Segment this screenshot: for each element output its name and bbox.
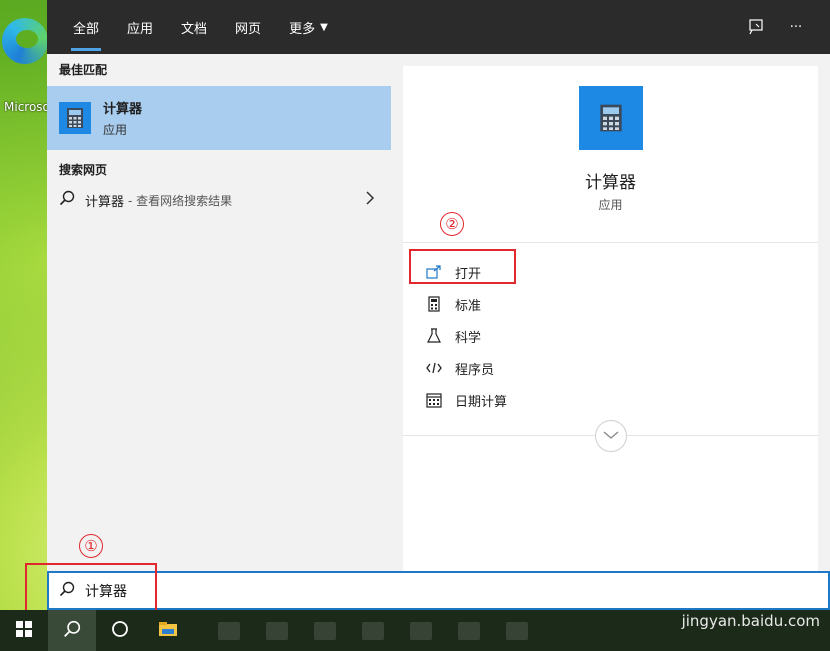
chevron-down-icon: ▼ [320, 21, 328, 33]
tab-documents[interactable]: 文档 [167, 0, 221, 54]
taskbar-app-icon[interactable] [218, 621, 240, 640]
web-search-result[interactable]: 计算器 - 查看网络搜索结果 [47, 184, 391, 216]
search-icon [59, 190, 75, 210]
calendar-icon [425, 391, 443, 409]
action-programmer[interactable]: 程序员 [403, 352, 818, 384]
web-search-heading: 搜索网页 [59, 163, 108, 177]
search-icon [63, 620, 81, 642]
best-match-name: 计算器 [103, 102, 143, 117]
chevron-right-icon[interactable] [365, 191, 375, 209]
annotation-number-2: ② [440, 212, 464, 236]
action-date-calculation[interactable]: 日期计算 [403, 384, 818, 416]
annotation-number-1: ① [79, 534, 103, 558]
tab-label: 更多 [289, 21, 316, 37]
action-scientific[interactable]: 科学 [403, 320, 818, 352]
search-topbar: 全部 应用 文档 网页 更多 ▼ ··· [47, 0, 830, 54]
tab-all[interactable]: 全部 [59, 0, 113, 54]
action-label: 标准 [455, 298, 482, 314]
action-label: 科学 [455, 330, 482, 346]
file-explorer-button[interactable] [144, 610, 192, 651]
taskbar-app-icon[interactable] [506, 621, 528, 640]
calculator-large-icon [579, 86, 643, 150]
flask-icon [425, 327, 443, 345]
code-icon [425, 359, 443, 377]
start-button[interactable] [0, 610, 48, 651]
watermark-url: jingyan.baidu.com [681, 612, 820, 630]
annotation-box-open [409, 249, 516, 284]
expand-button[interactable] [595, 420, 627, 452]
tab-label: 应用 [127, 21, 154, 37]
task-view-button[interactable] [96, 610, 144, 651]
detail-app-kind: 应用 [598, 198, 623, 212]
annotation-box-search [25, 563, 157, 615]
taskbar-app-icon[interactable] [314, 621, 336, 640]
tab-label: 网页 [235, 21, 262, 37]
feedback-icon[interactable] [736, 7, 776, 47]
search-tabs: 全部 应用 文档 网页 更多 ▼ [47, 0, 342, 54]
action-label: 日期计算 [455, 394, 508, 410]
tab-label: 全部 [73, 21, 100, 37]
desktop-shortcut-label: Microsoft [4, 100, 50, 114]
best-match-kind: 应用 [103, 123, 128, 137]
results-column: 最佳匹配 计算器 应用 搜索网页 计算器 - 查看网络搜索结果 [47, 54, 391, 571]
more-options-icon[interactable]: ··· [776, 7, 816, 47]
taskbar-search-button[interactable] [48, 610, 96, 651]
action-label: 程序员 [455, 362, 495, 378]
taskbar-app-icon[interactable] [362, 621, 384, 640]
desktop-shortcut-edge[interactable]: Microsoft [2, 18, 50, 114]
standard-calculator-icon [425, 295, 443, 313]
action-standard[interactable]: 标准 [403, 288, 818, 320]
detail-app-name: 计算器 [585, 173, 636, 193]
more-options-glyph: ··· [789, 19, 803, 35]
tab-web[interactable]: 网页 [221, 0, 275, 54]
tab-more[interactable]: 更多 ▼ [275, 0, 342, 54]
calculator-app-icon [59, 102, 91, 134]
taskbar-app-icon[interactable] [266, 621, 288, 640]
best-match-result[interactable]: 计算器 应用 [47, 86, 391, 150]
tab-label: 文档 [181, 21, 208, 37]
tab-apps[interactable]: 应用 [113, 0, 167, 54]
best-match-heading: 最佳匹配 [59, 63, 108, 77]
cortana-circle-icon [111, 620, 129, 642]
chevron-down-icon [603, 429, 619, 444]
web-search-query: 计算器 [85, 194, 125, 210]
divider [403, 242, 818, 243]
taskbar-app-icon[interactable] [410, 621, 432, 640]
search-panel: 全部 应用 文档 网页 更多 ▼ ··· 最佳匹配 计算器 应用 搜索网页 计算… [47, 0, 830, 571]
windows-logo-icon [16, 620, 32, 641]
taskbar-app-icon[interactable] [458, 621, 480, 640]
detail-card: 计算器 应用 打开 标准 科学 程序员 日期计算 [403, 66, 818, 571]
folder-icon [158, 621, 178, 641]
web-search-hint: - 查看网络搜索结果 [128, 193, 233, 208]
edge-icon [2, 18, 48, 64]
baidu-watermark-logo: Baidu经验 [634, 577, 787, 610]
